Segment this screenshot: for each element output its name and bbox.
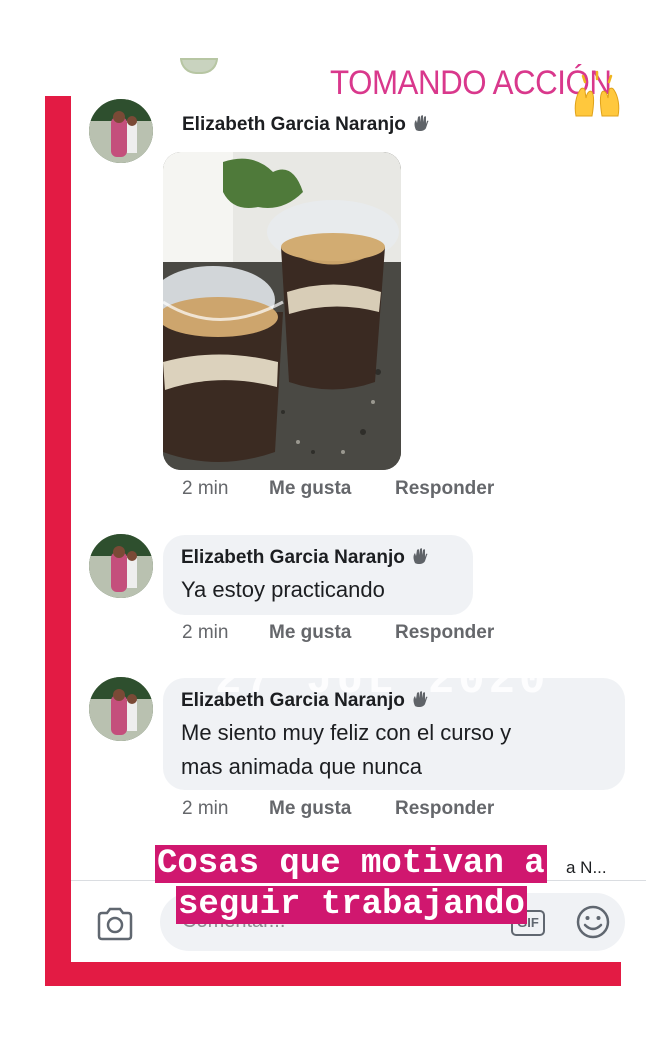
comment-time: 2 min bbox=[182, 478, 229, 499]
comment-text-line-1: Me siento muy feliz con el curso y bbox=[181, 720, 512, 745]
comment-text: Ya estoy practicando bbox=[181, 577, 385, 602]
caption-line-1: Cosas que motivan a bbox=[155, 845, 547, 883]
comment-photo[interactable] bbox=[163, 152, 401, 470]
comment-time: 2 min bbox=[182, 798, 229, 819]
emoji-icon[interactable] bbox=[575, 904, 611, 940]
comment-time: 2 min bbox=[182, 622, 229, 643]
frame-bottom-bar bbox=[45, 962, 621, 986]
like-button[interactable]: Me gusta bbox=[269, 622, 351, 644]
waving-hand-icon bbox=[414, 115, 429, 132]
comment-text-line-2: mas animada que nunca bbox=[181, 754, 422, 779]
author-avatar[interactable] bbox=[89, 677, 153, 741]
reply-button[interactable]: Responder bbox=[395, 622, 494, 644]
waving-hand-icon bbox=[413, 548, 428, 565]
author-avatar[interactable] bbox=[89, 99, 153, 163]
reply-button[interactable]: Responder bbox=[395, 478, 494, 500]
frame-left-bar bbox=[45, 96, 71, 986]
author-name[interactable]: Elizabeth Garcia Naranjo bbox=[182, 114, 430, 136]
truncated-reply-text: a N... bbox=[566, 858, 607, 877]
raised-hands-icon bbox=[574, 70, 620, 117]
comment-bubble[interactable]: Elizabeth Garcia Naranjo Ya estoy practi… bbox=[163, 535, 473, 615]
date-watermark: 27 JUL 2020 bbox=[215, 656, 550, 706]
caption-line-2: seguir trabajando bbox=[176, 886, 527, 924]
author-name[interactable]: Elizabeth Garcia Naranjo bbox=[181, 547, 429, 569]
camera-icon[interactable] bbox=[95, 906, 135, 942]
like-button[interactable]: Me gusta bbox=[269, 798, 351, 820]
reply-button[interactable]: Responder bbox=[395, 798, 494, 820]
author-avatar[interactable] bbox=[89, 534, 153, 598]
previous-avatar bbox=[180, 58, 220, 74]
like-button[interactable]: Me gusta bbox=[269, 478, 351, 500]
